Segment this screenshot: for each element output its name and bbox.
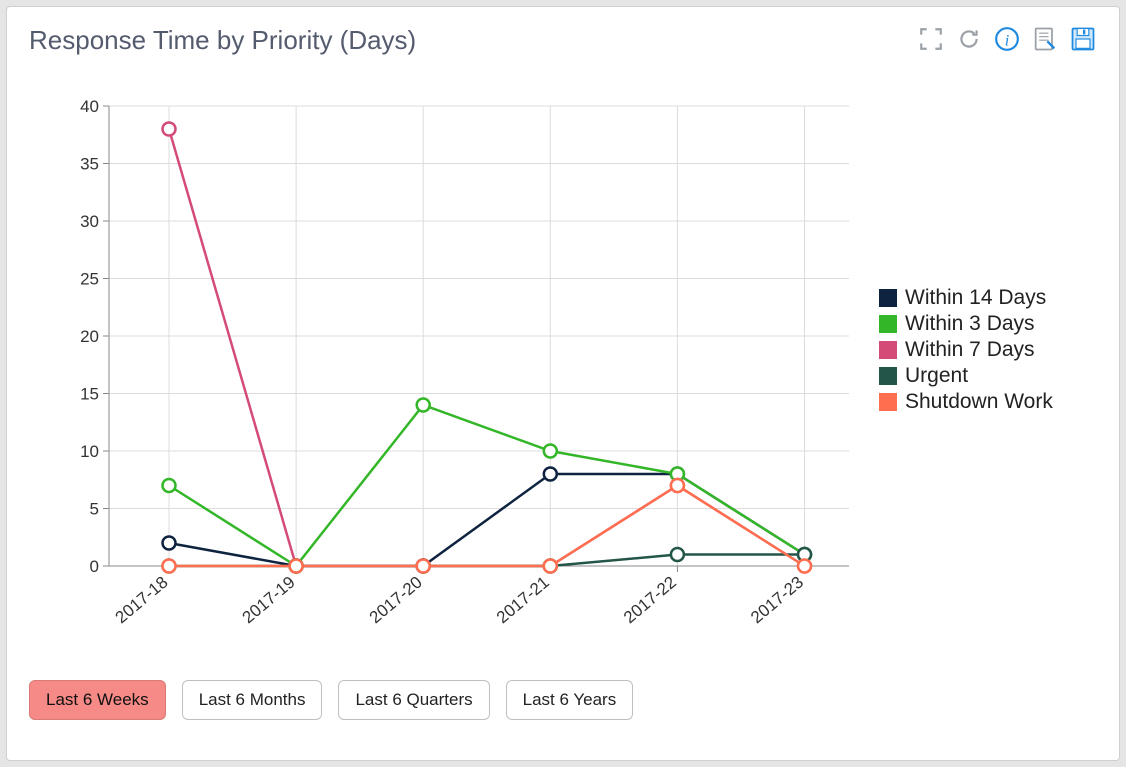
series-point[interactable] [671,548,684,561]
svg-text:0: 0 [90,557,99,576]
series-point[interactable] [544,560,557,573]
range-button[interactable]: Last 6 Weeks [29,680,166,720]
x-tick-label: 2017-19 [239,573,299,628]
legend-swatch [879,289,897,307]
legend-label: Within 14 Days [905,286,1046,310]
series-point[interactable] [290,560,303,573]
legend-label: Within 7 Days [905,338,1035,362]
svg-text:30: 30 [80,212,99,231]
series-point[interactable] [163,560,176,573]
legend: Within 14 DaysWithin 3 DaysWithin 7 Days… [879,286,1053,416]
series-line [169,129,805,566]
x-tick-label: 2017-18 [112,573,172,628]
legend-label: Urgent [905,364,968,388]
series-point[interactable] [163,123,176,136]
legend-swatch [879,315,897,333]
panel-header: Response Time by Priority (Days) i [29,25,1097,56]
legend-item[interactable]: Shutdown Work [879,390,1053,414]
range-buttons: Last 6 Weeks Last 6 Months Last 6 Quarters… [29,680,1097,720]
x-tick-label: 2017-23 [747,573,807,628]
chart-panel: Response Time by Priority (Days) i 0 5 10 1… [6,6,1120,761]
svg-text:25: 25 [80,270,99,289]
x-tick-label: 2017-22 [620,573,680,628]
chart-svg: 0 5 10 15 20 25 30 35 40 2017-18 2017-19 2017-20 201… [29,96,859,676]
chart-area: 0 5 10 15 20 25 30 35 40 2017-18 2017-19 2017-20 201… [29,96,859,656]
range-button[interactable]: Last 6 Months [182,680,323,720]
legend-item[interactable]: Within 14 Days [879,286,1053,310]
series-point[interactable] [671,479,684,492]
legend-label: Within 3 Days [905,312,1035,336]
legend-label: Shutdown Work [905,390,1053,414]
svg-text:15: 15 [80,385,99,404]
edit-icon[interactable] [1031,25,1059,53]
series-point[interactable] [163,537,176,550]
legend-item[interactable]: Within 7 Days [879,338,1053,362]
x-tick-label: 2017-21 [493,573,553,628]
series-point[interactable] [417,399,430,412]
range-button[interactable]: Last 6 Quarters [338,680,489,720]
series-point[interactable] [417,560,430,573]
series-point[interactable] [544,445,557,458]
series-point[interactable] [544,468,557,481]
chart-title: Response Time by Priority (Days) [29,25,416,56]
svg-text:35: 35 [80,155,99,174]
svg-text:i: i [1005,32,1010,50]
series-line [169,405,805,566]
chart-body: 0 5 10 15 20 25 30 35 40 2017-18 2017-19 2017-20 201… [29,96,1097,656]
x-tick-label: 2017-20 [366,573,426,628]
legend-swatch [879,341,897,359]
toolbar: i [917,25,1097,53]
series-point[interactable] [163,479,176,492]
legend-item[interactable]: Urgent [879,364,1053,388]
fullscreen-icon[interactable] [917,25,945,53]
series-point[interactable] [798,560,811,573]
series-line [169,474,805,566]
svg-text:20: 20 [80,327,99,346]
svg-text:10: 10 [80,442,99,461]
refresh-icon[interactable] [955,25,983,53]
legend-item[interactable]: Within 3 Days [879,312,1053,336]
legend-swatch [879,393,897,411]
save-icon[interactable] [1069,25,1097,53]
info-icon[interactable]: i [993,25,1021,53]
svg-text:5: 5 [90,500,99,519]
svg-text:40: 40 [80,97,99,116]
legend-swatch [879,367,897,385]
range-button[interactable]: Last 6 Years [506,680,634,720]
